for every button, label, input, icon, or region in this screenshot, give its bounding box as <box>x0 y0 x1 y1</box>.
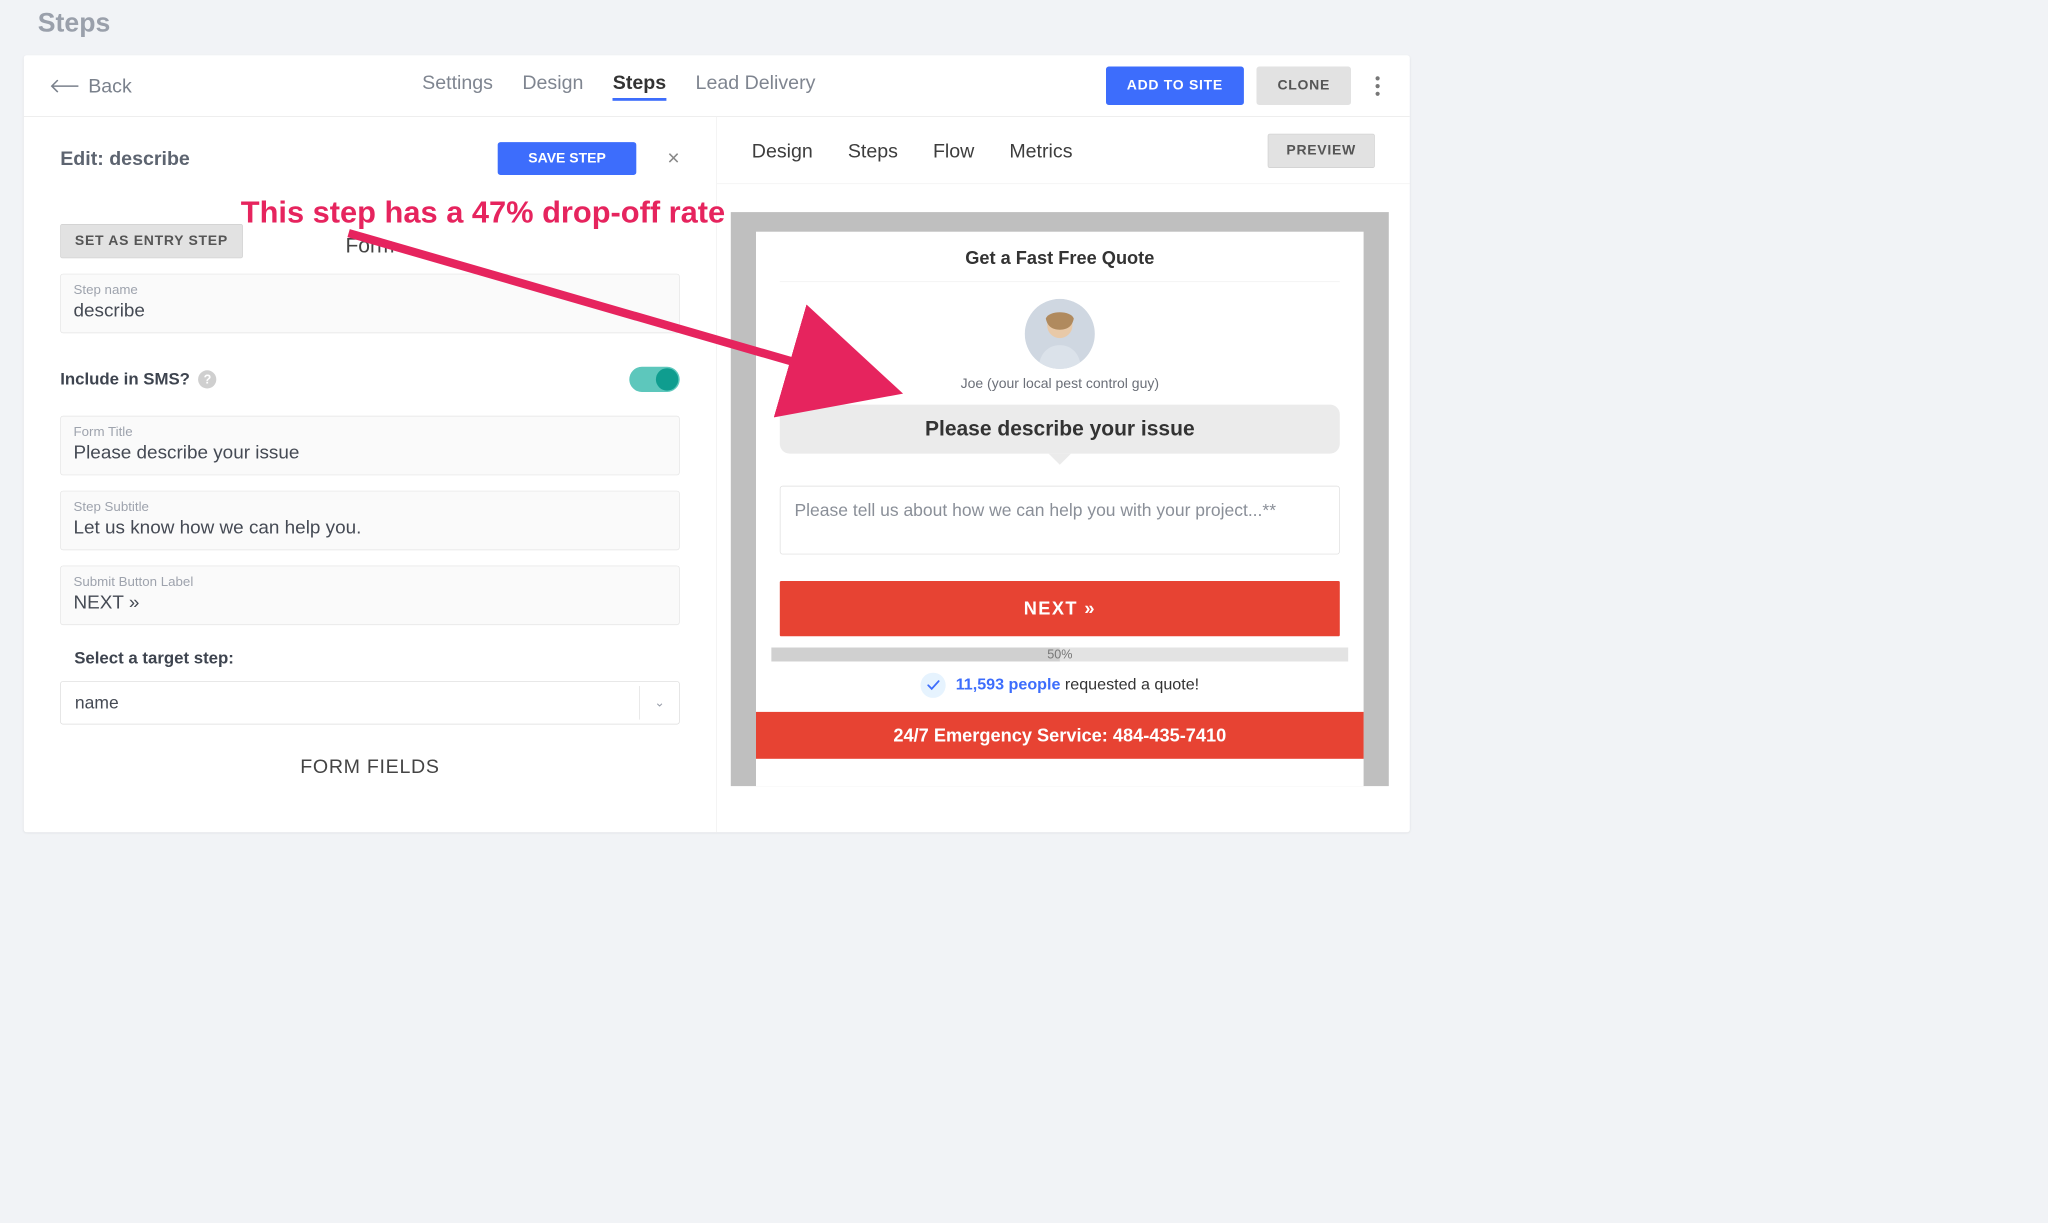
submit-label-label: Submit Button Label <box>74 575 667 590</box>
preview-nav: Design Steps Flow Metrics PREVIEW <box>717 117 1410 184</box>
topbar: Back Settings Design Steps Lead Delivery… <box>24 55 1410 117</box>
next-button[interactable]: NEXT » <box>780 581 1340 636</box>
preview-tab-steps[interactable]: Steps <box>848 140 898 162</box>
target-step-value: name <box>75 693 119 713</box>
tab-settings[interactable]: Settings <box>422 71 493 100</box>
step-subtitle-label: Step Subtitle <box>74 500 667 515</box>
social-rest: requested a quote! <box>1060 675 1199 693</box>
target-step-label: Select a target step: <box>74 649 680 669</box>
social-count: 11,593 people <box>956 675 1061 693</box>
progress-label: 50% <box>1047 647 1072 662</box>
preview-pane: Design Steps Flow Metrics PREVIEW Get a … <box>717 117 1410 832</box>
preview-stage: Get a Fast Free Quote Joe (your local pe… <box>731 212 1389 786</box>
preview-widget: Get a Fast Free Quote Joe (your local pe… <box>756 232 1364 786</box>
back-button[interactable]: Back <box>49 75 132 97</box>
close-icon[interactable]: × <box>667 147 679 171</box>
set-entry-step-button[interactable]: SET AS ENTRY STEP <box>60 224 242 258</box>
form-title-field[interactable]: Form Title Please describe your issue <box>60 416 680 476</box>
edit-title: Edit: describe <box>60 147 190 169</box>
prompt-bubble: Please describe your issue <box>780 405 1340 454</box>
page-title: Steps <box>0 0 1434 55</box>
target-step-select[interactable]: name ⌄ <box>60 681 680 724</box>
preview-tab-flow[interactable]: Flow <box>933 140 974 162</box>
back-label: Back <box>88 75 132 97</box>
step-subtitle-field[interactable]: Step Subtitle Let us know how we can hel… <box>60 491 680 551</box>
include-sms-row: Include in SMS? ? <box>60 367 680 392</box>
add-to-site-button[interactable]: ADD TO SITE <box>1106 67 1244 106</box>
tab-design[interactable]: Design <box>522 71 583 100</box>
chevron-down-icon: ⌄ <box>654 695 665 710</box>
submit-label-field[interactable]: Submit Button Label NEXT » <box>60 566 680 626</box>
preview-button[interactable]: PREVIEW <box>1268 134 1375 168</box>
emergency-bar: 24/7 Emergency Service: 484-435-7410 <box>756 712 1364 759</box>
edit-header: Edit: describe SAVE STEP × <box>60 142 680 175</box>
include-sms-label: Include in SMS? <box>60 370 190 390</box>
preview-tab-metrics[interactable]: Metrics <box>1009 140 1072 162</box>
step-name-value: describe <box>74 300 667 322</box>
content: Edit: describe SAVE STEP × SET AS ENTRY … <box>24 117 1410 832</box>
avatar <box>1025 299 1095 369</box>
progress-fill <box>771 647 1059 661</box>
help-icon[interactable]: ? <box>198 370 216 388</box>
arrow-left-icon <box>49 79 78 92</box>
step-name-field[interactable]: Step name describe <box>60 274 680 334</box>
edit-pane: Edit: describe SAVE STEP × SET AS ENTRY … <box>24 117 717 832</box>
step-name-label: Step name <box>74 283 667 298</box>
overflow-menu-icon[interactable] <box>1371 72 1385 100</box>
progress-bar: 50% <box>771 647 1348 661</box>
tab-lead-delivery[interactable]: Lead Delivery <box>696 71 816 100</box>
check-icon <box>920 673 945 698</box>
issue-textarea[interactable]: Please tell us about how we can help you… <box>780 486 1340 554</box>
form-fields-heading: FORM FIELDS <box>60 755 680 777</box>
main-panel: Back Settings Design Steps Lead Delivery… <box>24 55 1410 832</box>
form-title-value: Please describe your issue <box>74 442 667 464</box>
tab-steps[interactable]: Steps <box>613 71 666 100</box>
include-sms-toggle[interactable] <box>629 367 679 392</box>
social-proof: 11,593 people requested a quote! <box>756 673 1364 698</box>
step-subtitle-value: Let us know how we can help you. <box>74 517 667 539</box>
widget-title: Get a Fast Free Quote <box>780 232 1340 282</box>
submit-label-value: NEXT » <box>74 592 667 614</box>
form-title-label: Form Title <box>74 425 667 440</box>
clone-button[interactable]: CLONE <box>1256 67 1351 106</box>
topnav: Settings Design Steps Lead Delivery <box>422 71 815 100</box>
avatar-caption: Joe (your local pest control guy) <box>756 376 1364 392</box>
save-step-button[interactable]: SAVE STEP <box>497 142 636 175</box>
preview-tab-design[interactable]: Design <box>752 140 813 162</box>
